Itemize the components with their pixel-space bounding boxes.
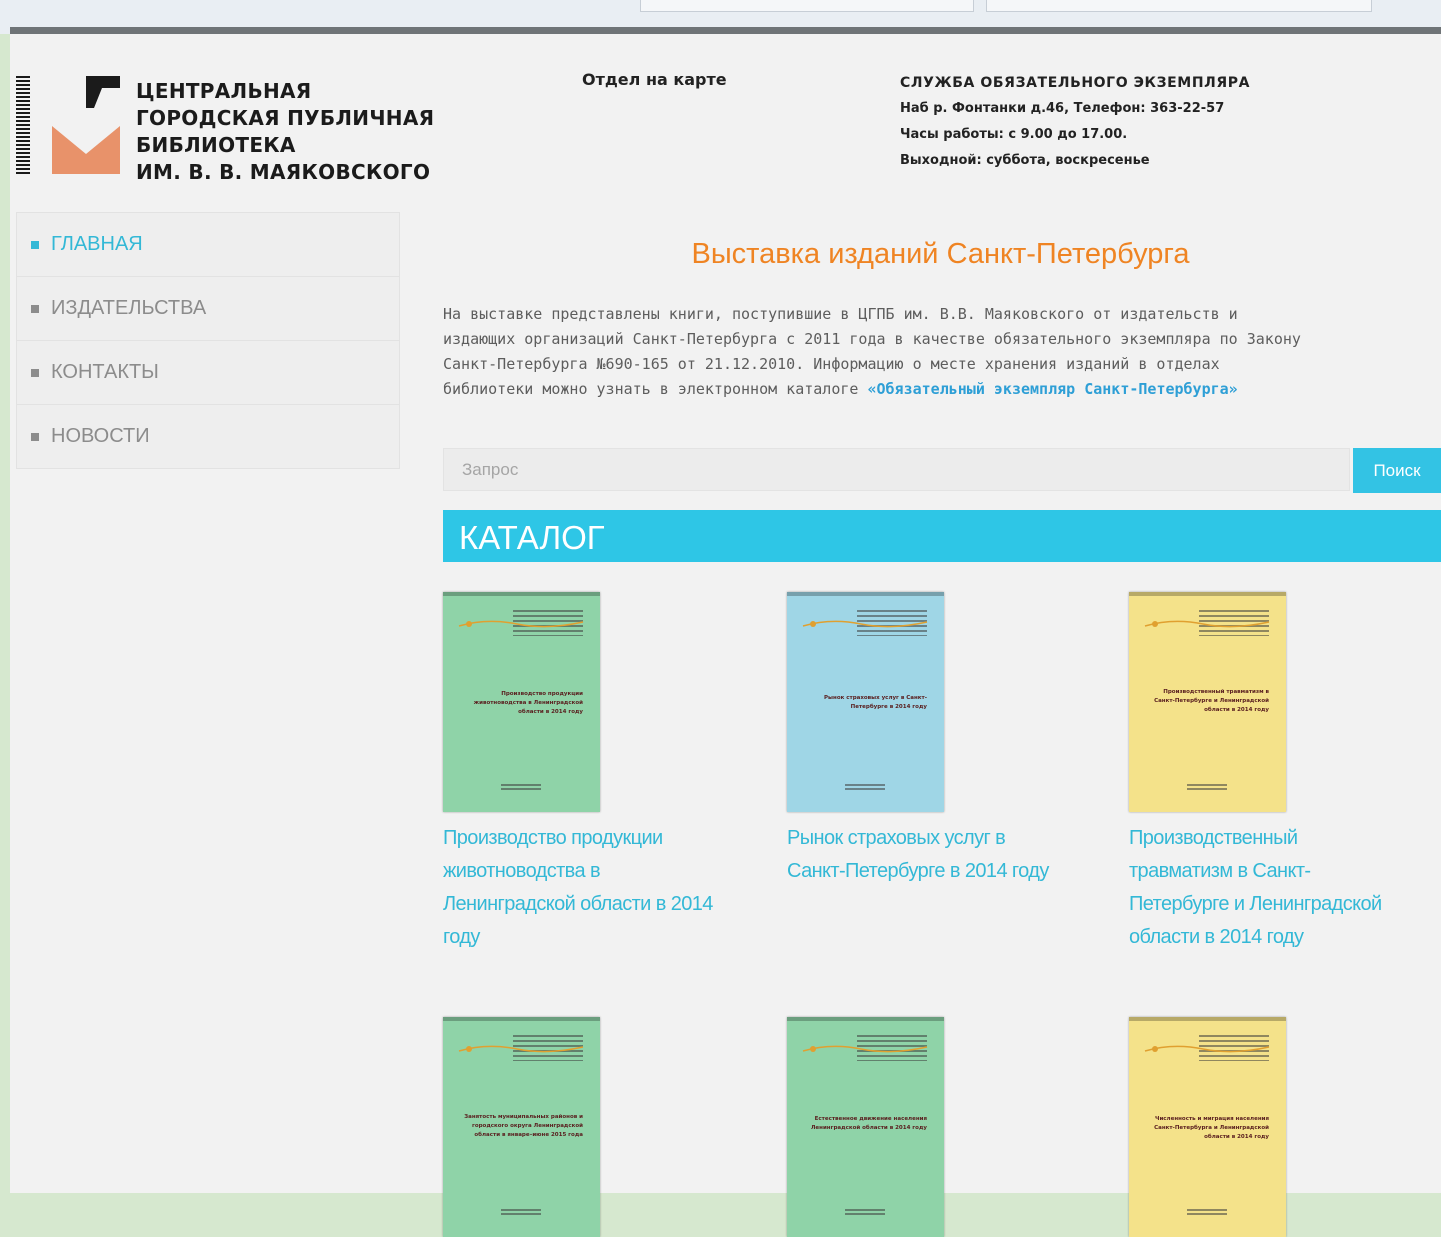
- bullet-icon: [31, 240, 39, 249]
- catalog-item[interactable]: Занятость муниципальных районов и городс…: [443, 1017, 733, 1237]
- intro-line: Санкт-Петербурга №690-165 от 21.12.2010.…: [443, 355, 1220, 373]
- sidebar-item-news[interactable]: НОВОСТИ: [17, 405, 399, 468]
- barcode-icon: [16, 76, 30, 174]
- book-cover[interactable]: Занятость муниципальных районов и городс…: [443, 1017, 600, 1237]
- cover-title: Численность и миграция населения Санкт-П…: [1154, 1116, 1269, 1140]
- service-title: СЛУЖБА ОБЯЗАТЕЛЬНОГО ЭКЗЕМПЛЯРА: [900, 75, 1251, 91]
- catalog-link[interactable]: «Обязательный экземпляр Санкт-Петербурга…: [867, 380, 1237, 398]
- sidebar-item-label: КОНТАКТЫ: [51, 361, 159, 383]
- sidebar-item-publishers[interactable]: ИЗДАТЕЛЬСТВА: [17, 277, 399, 341]
- service-info: СЛУЖБА ОБЯЗАТЕЛЬНОГО ЭКЗЕМПЛЯРА Наб р. Ф…: [900, 70, 1250, 174]
- search-input[interactable]: [443, 448, 1350, 491]
- bullet-icon: [31, 304, 39, 313]
- top-divider: [10, 27, 1441, 34]
- service-address: Наб р. Фонтанки д.46, Телефон: 363-22-57: [900, 101, 1225, 116]
- catalog-item[interactable]: Производство продукции животноводства в …: [443, 592, 733, 954]
- search-bar: Поиск: [443, 448, 1441, 493]
- cover-title: Занятость муниципальных районов и городс…: [464, 1114, 583, 1138]
- catalog-item[interactable]: Естественное движение населения Ленингра…: [787, 1017, 1077, 1237]
- bullet-icon: [31, 368, 39, 377]
- sidebar-item-home[interactable]: ГЛАВНАЯ: [17, 213, 399, 277]
- book-cover[interactable]: Производственный травматизм в Санкт-Пете…: [1129, 592, 1286, 812]
- bullet-icon: [31, 432, 39, 441]
- library-logo[interactable]: ЦЕНТРАЛЬНАЯ ГОРОДСКАЯ ПУБЛИЧНАЯ БИБЛИОТЕ…: [16, 74, 436, 184]
- intro-text: На выставке представлены книги, поступив…: [443, 302, 1441, 402]
- book-title-link[interactable]: Рынок страховых услуг в Санкт-Петербурге…: [787, 822, 1057, 888]
- library-name-line: ЦЕНТРАЛЬНАЯ: [136, 79, 312, 103]
- book-title-link[interactable]: Производство продукции животноводства в …: [443, 822, 713, 954]
- sidebar-item-contacts[interactable]: КОНТАКТЫ: [17, 341, 399, 405]
- search-button[interactable]: Поиск: [1353, 448, 1441, 493]
- intro-line-text: библиотеки можно узнать в электронном ка…: [443, 380, 868, 398]
- cover-title: Естественное движение населения Ленингра…: [810, 1116, 927, 1131]
- service-days-off: Выходной: суббота, воскресенье: [900, 153, 1150, 168]
- library-logo-icon: [52, 76, 120, 174]
- sidebar-item-label: НОВОСТИ: [51, 425, 150, 447]
- browser-top-bar: [0, 0, 1441, 34]
- intro-line: библиотеки можно узнать в электронном ка…: [443, 377, 1441, 402]
- catalog-item[interactable]: Рынок страховых услуг в Санкт-Петербурге…: [787, 592, 1077, 888]
- intro-line: На выставке представлены книги, поступив…: [443, 305, 1238, 323]
- intro-line: издающих организаций Санкт-Петербурга с …: [443, 330, 1301, 348]
- cover-title: Производство продукции животноводства в …: [473, 691, 583, 715]
- sidebar-item-label: ГЛАВНАЯ: [51, 233, 143, 255]
- catalog-item[interactable]: Численность и миграция населения Санкт-П…: [1129, 1017, 1419, 1237]
- library-name-line: ИМ. В. В. МАЯКОВСКОГО: [136, 160, 431, 184]
- book-title-link[interactable]: Производственный травматизм в Санкт-Пете…: [1129, 822, 1399, 954]
- cover-title: Производственный травматизм в Санкт-Пете…: [1154, 689, 1269, 713]
- sidebar-nav: ГЛАВНАЯ ИЗДАТЕЛЬСТВА КОНТАКТЫ НОВОСТИ: [16, 212, 400, 469]
- library-name-line: ГОРОДСКАЯ ПУБЛИЧНАЯ: [136, 106, 435, 130]
- browser-field[interactable]: [640, 0, 974, 12]
- book-cover[interactable]: Естественное движение населения Ленингра…: [787, 1017, 944, 1237]
- library-name-line: БИБЛИОТЕКА: [136, 133, 296, 157]
- book-cover[interactable]: Рынок страховых услуг в Санкт-Петербурге…: [787, 592, 944, 812]
- sidebar-item-label: ИЗДАТЕЛЬСТВА: [51, 297, 207, 319]
- page-title: Выставка изданий Санкт-Петербурга: [691, 238, 1190, 270]
- catalog-label: КАТАЛОГ: [459, 519, 605, 556]
- cover-title: Рынок страховых услуг в Санкт-Петербурге…: [824, 695, 927, 710]
- catalog-header: КАТАЛОГ: [443, 510, 1441, 562]
- page: ЦЕНТРАЛЬНАЯ ГОРОДСКАЯ ПУБЛИЧНАЯ БИБЛИОТЕ…: [10, 34, 1441, 1237]
- service-hours: Часы работы: с 9.00 до 17.00.: [900, 127, 1128, 142]
- browser-field[interactable]: [986, 0, 1372, 12]
- department-map-link[interactable]: Отдел на карте: [582, 70, 727, 89]
- book-cover[interactable]: Численность и миграция населения Санкт-П…: [1129, 1017, 1286, 1237]
- library-name: ЦЕНТРАЛЬНАЯ ГОРОДСКАЯ ПУБЛИЧНАЯ БИБЛИОТЕ…: [136, 78, 434, 186]
- catalog-item[interactable]: Производственный травматизм в Санкт-Пете…: [1129, 592, 1419, 954]
- book-cover[interactable]: Производство продукции животноводства в …: [443, 592, 600, 812]
